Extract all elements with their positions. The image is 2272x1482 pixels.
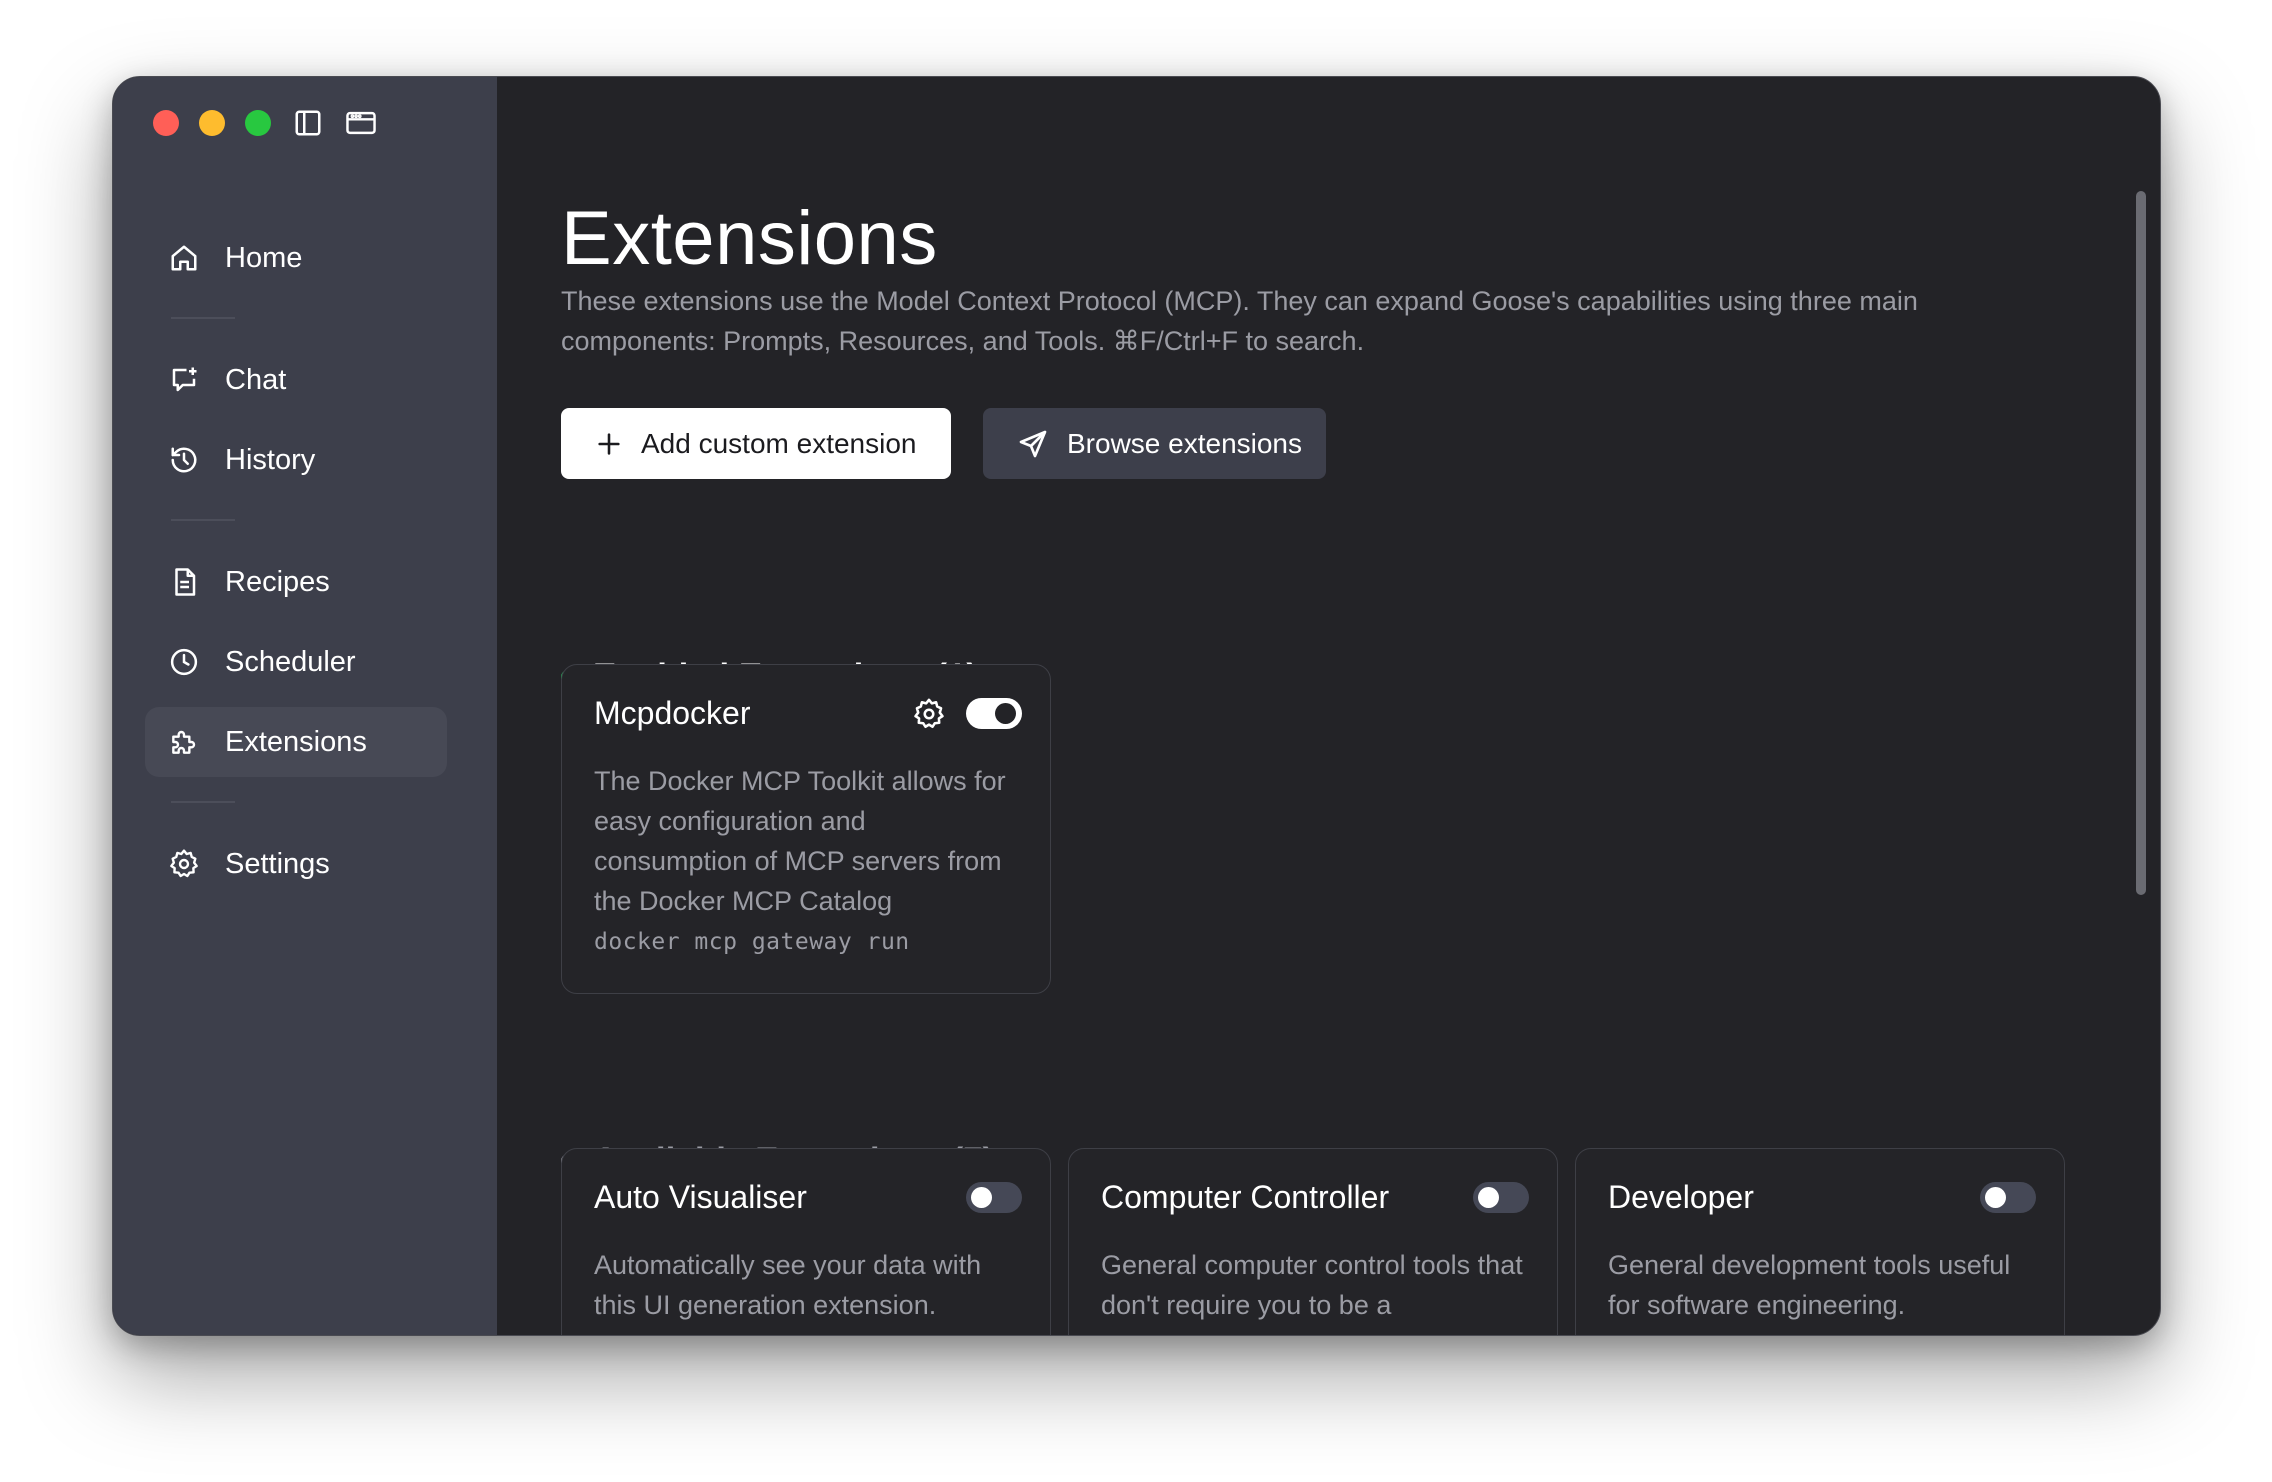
- extension-description: General computer control tools that don'…: [1101, 1250, 1523, 1320]
- extension-card-auto-visualiser[interactable]: Auto Visualiser Automatically see your d…: [561, 1148, 1051, 1335]
- sidebar-item-label: Home: [225, 241, 303, 274]
- sidebar-item-recipes[interactable]: Recipes: [145, 547, 447, 617]
- sidebar-item-scheduler[interactable]: Scheduler: [145, 627, 447, 697]
- sidebar-item-history[interactable]: History: [145, 425, 447, 495]
- page-title: Extensions: [561, 196, 938, 281]
- sidebar-toggle-icon[interactable]: [293, 108, 323, 143]
- send-icon: [1017, 428, 1049, 460]
- extension-card-mcpdocker[interactable]: Mcpdocker The Docker MCP Toolkit allows …: [561, 664, 1051, 994]
- minimize-window-button[interactable]: [199, 110, 225, 136]
- history-icon: [167, 443, 201, 477]
- sidebar-item-chat[interactable]: Chat: [145, 345, 447, 415]
- extension-description: Automatically see your data with this UI…: [594, 1250, 982, 1320]
- sidebar-item-label: Extensions: [225, 725, 367, 758]
- sidebar-item-home[interactable]: Home: [145, 223, 447, 293]
- extension-name: Computer Controller: [1101, 1179, 1390, 1215]
- toggle-knob: [971, 1187, 992, 1208]
- home-icon: [167, 241, 201, 275]
- sidebar-item-extensions[interactable]: Extensions: [145, 707, 447, 777]
- puzzle-icon: [167, 725, 201, 759]
- extension-card-computer-controller[interactable]: Computer Controller General computer con…: [1068, 1148, 1558, 1335]
- close-window-button[interactable]: [153, 110, 179, 136]
- page-description: These extensions use the Model Context P…: [561, 286, 1918, 356]
- extension-description: The Docker MCP Toolkit allows for easy c…: [594, 766, 1006, 916]
- extension-toggle[interactable]: [1473, 1182, 1529, 1213]
- extension-toggle[interactable]: [966, 1182, 1022, 1213]
- sidebar-item-label: Settings: [225, 847, 330, 880]
- toggle-knob: [1478, 1187, 1499, 1208]
- toggle-knob: [995, 703, 1016, 724]
- extension-card-developer[interactable]: Developer General development tools usef…: [1575, 1148, 2065, 1335]
- sidebar-item-label: Chat: [225, 363, 287, 396]
- file-icon: [167, 565, 201, 599]
- clock-icon: [167, 645, 201, 679]
- plus-icon: [595, 430, 623, 458]
- add-custom-extension-label: Add custom extension: [641, 427, 917, 459]
- gear-icon: [167, 847, 201, 881]
- gear-icon[interactable]: [912, 697, 946, 736]
- sidebar: Home Chat History Recipes Scheduler Exte…: [113, 77, 497, 1335]
- toggle-knob: [1985, 1187, 2006, 1208]
- sidebar-item-label: Recipes: [225, 565, 330, 598]
- nav-divider: [171, 519, 235, 521]
- extension-toggle[interactable]: [966, 698, 1022, 729]
- sidebar-item-label: Scheduler: [225, 645, 356, 678]
- extension-command: docker mcp gateway run: [594, 929, 910, 955]
- extension-toggle[interactable]: [1980, 1182, 2036, 1213]
- main-content: Extensions These extensions use the Mode…: [497, 77, 2160, 1335]
- scrollbar[interactable]: [2136, 191, 2146, 895]
- extension-description: General development tools useful for sof…: [1608, 1250, 2011, 1320]
- browse-extensions-button[interactable]: Browse extensions: [983, 408, 1326, 479]
- app-window: Home Chat History Recipes Scheduler Exte…: [112, 76, 2161, 1336]
- nav-divider: [171, 317, 235, 319]
- new-window-icon[interactable]: [345, 108, 377, 143]
- sidebar-item-settings[interactable]: Settings: [145, 829, 447, 899]
- maximize-window-button[interactable]: [245, 110, 271, 136]
- add-custom-extension-button[interactable]: Add custom extension: [561, 408, 951, 479]
- nav-divider: [171, 801, 235, 803]
- extension-name: Developer: [1608, 1179, 1754, 1215]
- extension-name: Mcpdocker: [594, 695, 751, 731]
- extension-name: Auto Visualiser: [594, 1179, 807, 1215]
- chat-icon: [167, 363, 201, 397]
- sidebar-item-label: History: [225, 443, 316, 476]
- browse-extensions-label: Browse extensions: [1067, 427, 1303, 459]
